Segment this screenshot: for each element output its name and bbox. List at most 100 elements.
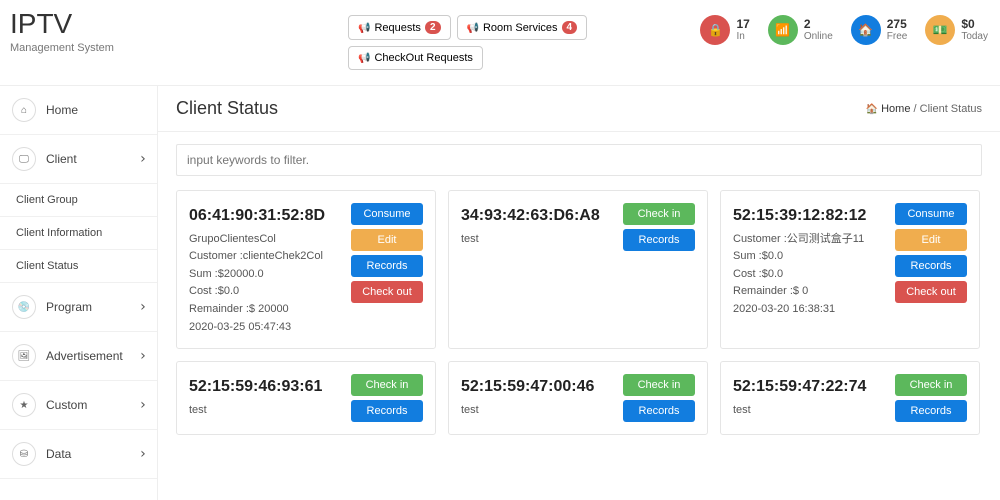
client-card-buttons: Check in Records bbox=[351, 374, 423, 422]
nav-custom[interactable]: Custom› bbox=[0, 381, 157, 429]
stat-free-lbl: Free bbox=[887, 31, 908, 42]
checkout-button[interactable]: Check out bbox=[895, 281, 967, 303]
client-info-line: Customer :公司测试盒子11 bbox=[733, 231, 887, 249]
picture-icon bbox=[12, 344, 36, 368]
stat-today-num: $0 bbox=[961, 18, 988, 31]
client-card-buttons: Check in Records bbox=[623, 203, 695, 336]
chevron-right-icon: › bbox=[139, 348, 147, 364]
breadcrumb: Home / Client Status bbox=[866, 103, 982, 115]
checkout-requests-button[interactable]: CheckOut Requests bbox=[348, 46, 483, 70]
checkin-button[interactable]: Check in bbox=[895, 374, 967, 396]
stat-free[interactable]: 275Free bbox=[851, 15, 908, 45]
client-card-info: 34:93:42:63:D6:A8 test bbox=[461, 203, 615, 336]
home-icon bbox=[12, 98, 36, 122]
content: 06:41:90:31:52:8DGrupoClientesColCustome… bbox=[158, 132, 1000, 447]
client-card: 52:15:59:47:00:46 test Check in Records bbox=[448, 361, 708, 435]
client-mac: 52:15:59:46:93:61 bbox=[189, 374, 343, 400]
nav-client-information[interactable]: Client Information bbox=[0, 217, 157, 249]
bullhorn-icon bbox=[358, 52, 370, 64]
nav-advertisement[interactable]: Advertisement› bbox=[0, 332, 157, 380]
nav-program[interactable]: Program› bbox=[0, 283, 157, 331]
nav-client[interactable]: Client› bbox=[0, 135, 157, 183]
nav-client-group[interactable]: Client Group bbox=[0, 184, 157, 216]
nav-home[interactable]: Home bbox=[0, 86, 157, 134]
client-info-line: Customer :clienteChek2Col bbox=[189, 248, 343, 266]
breadcrumb-home[interactable]: Home bbox=[881, 103, 910, 115]
client-info-line: test bbox=[461, 402, 615, 420]
stat-in[interactable]: 17In bbox=[700, 15, 749, 45]
room-services-badge: 4 bbox=[562, 21, 578, 34]
client-info-line: Remainder :$ 20000 bbox=[189, 301, 343, 319]
page-title: Client Status bbox=[176, 98, 278, 119]
nav-client-status-label: Client Status bbox=[16, 260, 78, 272]
records-button[interactable]: Records bbox=[351, 400, 423, 422]
client-card-buttons: Check in Records bbox=[623, 374, 695, 422]
brand-subtitle: Management System bbox=[10, 42, 114, 54]
sidebar: Home Client› Client Group Client Informa… bbox=[0, 86, 158, 500]
nav-home-label: Home bbox=[46, 103, 78, 117]
filter-input[interactable] bbox=[176, 144, 982, 176]
stat-in-lbl: In bbox=[736, 31, 749, 42]
client-mac: 52:15:39:12:82:12 bbox=[733, 203, 887, 229]
client-info-line: 2020-03-25 05:47:43 bbox=[189, 319, 343, 337]
bars-icon bbox=[775, 21, 790, 39]
stats: 17In 2Online 275Free $0Today bbox=[700, 15, 988, 45]
stat-online[interactable]: 2Online bbox=[768, 15, 833, 45]
chevron-right-icon: › bbox=[139, 446, 147, 462]
client-card: 06:41:90:31:52:8D GrupoClientesColCustome… bbox=[176, 190, 436, 349]
client-card: 52:15:39:12:82:12Customer :公司测试盒子11Sum :… bbox=[720, 190, 980, 349]
crumbs-bar: Client Status Home / Client Status bbox=[158, 86, 1000, 132]
disc-icon bbox=[12, 295, 36, 319]
nav-program-label: Program bbox=[46, 300, 92, 314]
records-button[interactable]: Records bbox=[351, 255, 423, 277]
monitor-icon bbox=[12, 147, 36, 171]
consume-button[interactable]: Consume bbox=[895, 203, 967, 225]
star-icon bbox=[12, 393, 36, 417]
breadcrumb-current: Client Status bbox=[920, 103, 982, 115]
client-mac: 52:15:59:47:00:46 bbox=[461, 374, 615, 400]
nav-client-label: Client bbox=[46, 152, 77, 166]
client-info-line: test bbox=[461, 231, 615, 249]
client-card-buttons: Check in Records bbox=[895, 374, 967, 422]
records-button[interactable]: Records bbox=[895, 400, 967, 422]
client-info-line: Cost :$0.0 bbox=[189, 283, 343, 301]
requests-button[interactable]: Requests 2 bbox=[348, 15, 451, 40]
edit-button[interactable]: Edit bbox=[351, 229, 423, 251]
client-mac: 52:15:59:47:22:74 bbox=[733, 374, 887, 400]
records-button[interactable]: Records bbox=[623, 400, 695, 422]
client-card-info: 52:15:59:47:00:46 test bbox=[461, 374, 615, 422]
nav-data-label: Data bbox=[46, 447, 71, 461]
client-info-line: Remainder :$ 0 bbox=[733, 283, 887, 301]
checkin-button[interactable]: Check in bbox=[351, 374, 423, 396]
nav-client-group-label: Client Group bbox=[16, 194, 78, 206]
header: IPTV Management System Requests 2 Room S… bbox=[0, 0, 1000, 86]
checkout-button[interactable]: Check out bbox=[351, 281, 423, 303]
client-mac: 34:93:42:63:D6:A8 bbox=[461, 203, 615, 229]
room-services-button[interactable]: Room Services 4 bbox=[457, 15, 588, 40]
edit-button[interactable]: Edit bbox=[895, 229, 967, 251]
nav-data[interactable]: Data › bbox=[0, 430, 157, 478]
client-card-info: 52:15:59:46:93:61test bbox=[189, 374, 343, 422]
records-button[interactable]: Records bbox=[895, 255, 967, 277]
client-info-line: Cost :$0.0 bbox=[733, 266, 887, 284]
database-icon bbox=[12, 442, 36, 466]
client-info-line: GrupoClientesCol bbox=[189, 231, 343, 249]
stat-in-num: 17 bbox=[736, 18, 749, 31]
stat-today[interactable]: $0Today bbox=[925, 15, 988, 45]
brand: IPTV Management System bbox=[10, 8, 114, 54]
records-button[interactable]: Records bbox=[623, 229, 695, 251]
main: Client Status Home / Client Status 06:41… bbox=[158, 86, 1000, 500]
client-card-info: 06:41:90:31:52:8D GrupoClientesColCustome… bbox=[189, 203, 343, 336]
checkin-button[interactable]: Check in bbox=[623, 203, 695, 225]
brand-title: IPTV bbox=[10, 8, 114, 40]
room-services-label: Room Services bbox=[483, 22, 558, 34]
stat-online-lbl: Online bbox=[804, 31, 833, 42]
lock-icon bbox=[708, 21, 723, 39]
nav-client-status[interactable]: Client Status bbox=[0, 250, 157, 282]
checkin-button[interactable]: Check in bbox=[623, 374, 695, 396]
client-mac: 06:41:90:31:52:8D bbox=[189, 203, 343, 229]
bullhorn-icon bbox=[358, 22, 370, 34]
consume-button[interactable]: Consume bbox=[351, 203, 423, 225]
nav-custom-label: Custom bbox=[46, 398, 87, 412]
client-grid: 06:41:90:31:52:8DGrupoClientesColCustome… bbox=[176, 190, 982, 435]
